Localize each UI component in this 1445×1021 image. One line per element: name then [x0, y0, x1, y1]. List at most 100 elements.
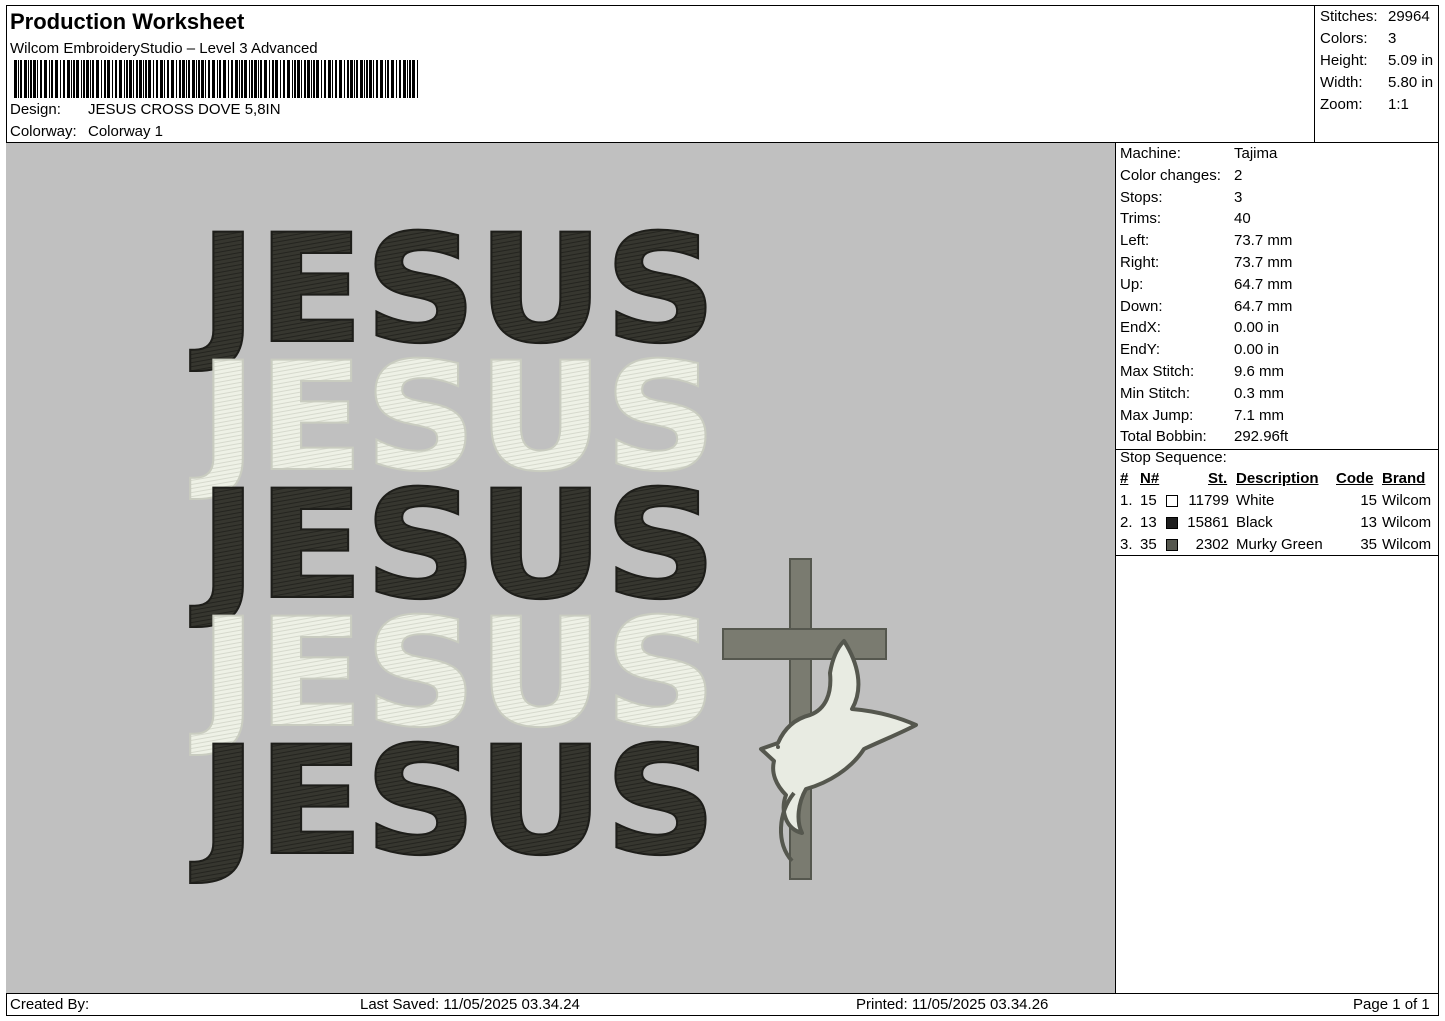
color-swatch — [1166, 495, 1178, 507]
worksheet-footer: Created By: Last Saved: 11/05/2025 03.34… — [6, 993, 1439, 1016]
stop-needle: 15 — [1140, 492, 1157, 509]
last-saved: Last Saved: 11/05/2025 03.34.24 — [360, 996, 580, 1013]
width-row: Width: 5.80 in — [1320, 74, 1433, 91]
design-preview: JESUS JESUS JESUS JESUS JESUS — [6, 143, 1116, 993]
design-artwork: JESUSJESUSJESUSJESUSJESUS — [189, 202, 918, 890]
barcode — [14, 60, 418, 98]
stop-brand: Wilcom — [1382, 536, 1432, 553]
stop-brand: Wilcom — [1382, 514, 1432, 531]
stop-stitches: 11799 — [1188, 492, 1229, 509]
stop-sequence-header: # N# St. Description Code Brand — [1116, 470, 1439, 491]
stop-stitches: 2302 — [1195, 536, 1229, 553]
colorway-row: Colorway: Colorway 1 — [10, 123, 163, 140]
height-row: Height: 5.09 in — [1320, 52, 1433, 69]
page-number: Page 1 of 1 — [1353, 996, 1430, 1013]
machine-row-value: 64.7 mm — [1234, 297, 1293, 315]
machine-row: Down: 64.7 mm — [1120, 298, 1292, 319]
machine-row: Trims: 40 — [1120, 210, 1251, 231]
stitches-row: Stitches: 29964 — [1320, 8, 1430, 25]
machine-row-value: 2 — [1234, 166, 1243, 184]
machine-row-label: Down: — [1120, 297, 1163, 315]
stop-brand: Wilcom — [1382, 492, 1432, 509]
machine-row-value: 3 — [1234, 188, 1243, 206]
machine-row-value: 73.7 mm — [1234, 232, 1293, 250]
machine-row-label: EndX: — [1120, 319, 1161, 337]
stop-row: 3. 35 2302 Murky Green 35 Wilcom — [1116, 536, 1439, 557]
machine-row: Color changes: 2 — [1120, 167, 1242, 188]
zoom-row: Zoom: 1:1 — [1320, 96, 1409, 113]
software-name: Wilcom EmbroideryStudio – Level 3 Advanc… — [10, 40, 318, 57]
machine-row-label: Trims: — [1120, 210, 1162, 228]
zoom-value: 1:1 — [1388, 96, 1409, 113]
machine-row-label: Max Jump: — [1120, 406, 1194, 424]
machine-panel: Machine: Tajima Color changes: 2 Stops: 3 Trim… — [1116, 143, 1439, 993]
height-label: Height: — [1320, 52, 1368, 69]
printed-date: Printed: 11/05/2025 03.34.26 — [856, 996, 1049, 1013]
machine-row: Min Stitch: 0.3 mm — [1120, 385, 1284, 406]
created-by: Created By: — [10, 996, 90, 1013]
colors-row: Colors: 3 — [1320, 30, 1396, 47]
machine-row: Machine: Tajima — [1120, 145, 1277, 166]
machine-row-label: Min Stitch: — [1120, 384, 1191, 402]
machine-row-value: 0.00 in — [1234, 319, 1280, 337]
machine-row-value: 0.3 mm — [1234, 384, 1285, 402]
color-swatch — [1166, 517, 1178, 529]
dove-icon — [759, 639, 918, 863]
machine-row: Total Bobbin: 292.96ft — [1120, 428, 1288, 449]
colorway-value: Colorway 1 — [88, 123, 164, 140]
stop-code: 35 — [1360, 536, 1377, 553]
col-brand: Brand — [1382, 470, 1426, 487]
stitches-label: Stitches: — [1320, 8, 1378, 25]
col-code: Code — [1336, 470, 1374, 487]
col-needle: N# — [1140, 470, 1160, 487]
stop-stitches: 15861 — [1187, 514, 1229, 531]
machine-row-value: 7.1 mm — [1234, 406, 1285, 424]
width-value: 5.80 in — [1388, 74, 1434, 91]
machine-row: Max Stitch: 9.6 mm — [1120, 363, 1284, 384]
machine-row-value: Tajima — [1234, 145, 1278, 162]
machine-row-value: 64.7 mm — [1234, 275, 1293, 293]
design-row: Design: JESUS CROSS DOVE 5,8IN — [10, 101, 281, 118]
col-stitches: St. — [1208, 470, 1228, 487]
zoom-label: Zoom: — [1320, 96, 1363, 113]
stop-description: White — [1236, 492, 1275, 509]
colorway-label: Colorway: — [10, 123, 77, 140]
machine-row-label: Right: — [1120, 254, 1160, 271]
stop-description: Black — [1236, 514, 1273, 531]
stop-num: 1. — [1120, 492, 1133, 509]
summary-box: Stitches: 29964 Colors: 3 Height: 5.09 in W… — [1314, 5, 1439, 143]
machine-row-value: 40 — [1234, 210, 1251, 228]
machine-row-value: 292.96ft — [1234, 428, 1289, 446]
stop-needle: 35 — [1140, 536, 1157, 553]
colors-label: Colors: — [1320, 30, 1368, 47]
stop-num: 2. — [1120, 514, 1133, 531]
machine-row-label: Up: — [1120, 275, 1144, 293]
machine-row: Stops: 3 — [1120, 189, 1242, 210]
cross-horizontal-bar — [722, 628, 887, 660]
design-label: Design: — [10, 101, 61, 118]
machine-row-label: EndY: — [1120, 341, 1161, 359]
colors-value: 3 — [1388, 30, 1397, 47]
machine-row-label: Total Bobbin: — [1120, 428, 1207, 446]
height-value: 5.09 in — [1388, 52, 1434, 69]
page-title: Production Worksheet — [10, 9, 245, 34]
stitches-value: 29964 — [1388, 8, 1430, 25]
design-value: JESUS CROSS DOVE 5,8IN — [88, 101, 281, 118]
stop-num: 3. — [1120, 536, 1133, 553]
stop-description: Murky Green — [1236, 536, 1323, 553]
color-swatch — [1166, 539, 1178, 551]
stop-code: 15 — [1360, 492, 1377, 509]
stop-code: 13 — [1360, 514, 1377, 531]
worksheet-header: Production Worksheet Wilcom EmbroiderySt… — [6, 5, 1315, 143]
jesus-word: JESUS — [190, 715, 717, 889]
machine-row: Left: 73.7 mm — [1120, 232, 1292, 253]
col-num: # — [1120, 470, 1129, 487]
stop-needle: 13 — [1140, 514, 1157, 531]
stop-row: 2. 13 15861 Black 13 Wilcom — [1116, 514, 1439, 535]
stop-sequence-title: Stop Sequence: — [1120, 449, 1227, 466]
stop-row: 1. 15 11799 White 15 Wilcom — [1116, 492, 1439, 513]
col-description: Description — [1236, 470, 1319, 487]
machine-row: EndX: 0.00 in — [1120, 319, 1279, 340]
machine-row-label: Machine: — [1120, 145, 1181, 162]
machine-row-value: 73.7 mm — [1234, 254, 1293, 271]
